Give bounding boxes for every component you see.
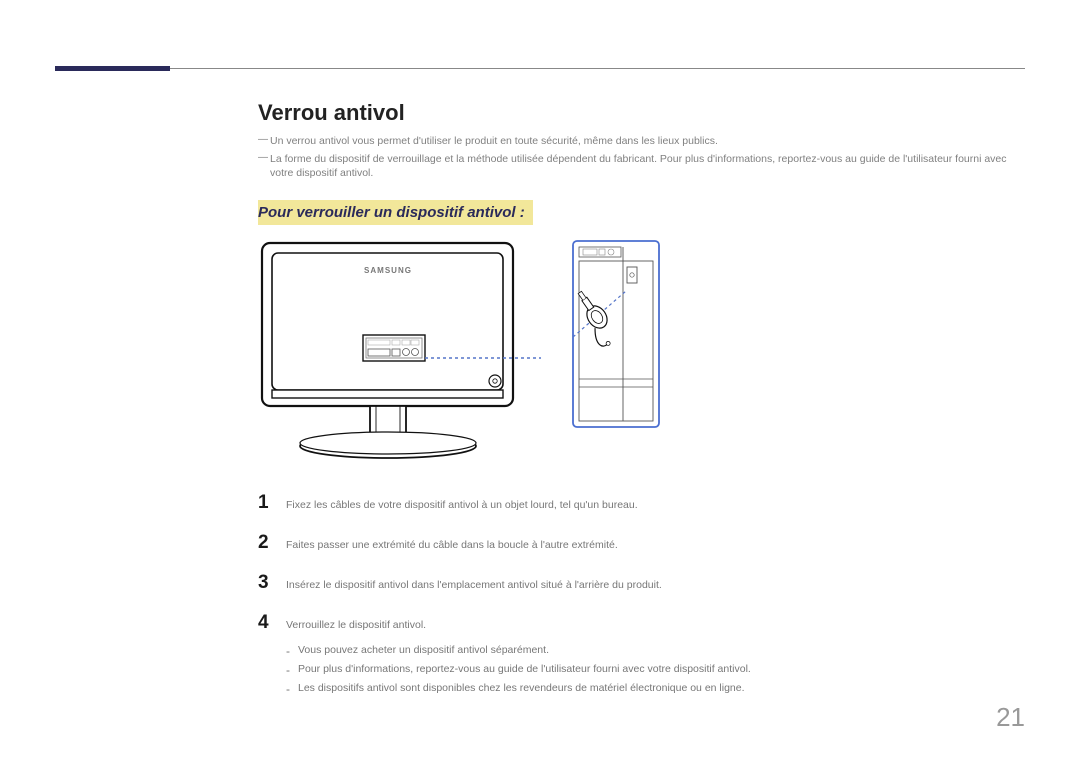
note-line-2: La forme du dispositif de verrouillage e… [258, 152, 1025, 181]
monitor-back-illustration: SAMSUNG [258, 239, 543, 464]
step-num: 2 [258, 532, 272, 554]
sub-note-1: Vous pouvez acheter un dispositif antivo… [286, 642, 1025, 659]
note-line-1: Un verrou antivol vous permet d'utiliser… [258, 134, 1025, 149]
step-3: 3 Insérez le dispositif antivol dans l'e… [258, 572, 1025, 594]
step-text: Verrouillez le dispositif antivol. [286, 618, 426, 634]
step-num: 4 [258, 612, 272, 634]
diagram-row: SAMSUNG [258, 239, 1025, 464]
step-num: 1 [258, 492, 272, 514]
svg-text:SAMSUNG: SAMSUNG [364, 266, 412, 275]
step-text: Faites passer une extrémité du câble dan… [286, 538, 618, 554]
step-4: 4 Verrouillez le dispositif antivol. [258, 612, 1025, 634]
step-text: Fixez les câbles de votre dispositif ant… [286, 498, 638, 514]
sub-notes: Vous pouvez acheter un dispositif antivo… [286, 642, 1025, 696]
step-2: 2 Faites passer une extrémité du câble d… [258, 532, 1025, 554]
section-title: Verrou antivol [258, 100, 1025, 126]
page-number: 21 [996, 702, 1025, 733]
sub-title: Pour verrouiller un dispositif antivol : [258, 200, 533, 225]
step-1: 1 Fixez les câbles de votre dispositif a… [258, 492, 1025, 514]
top-rule [55, 68, 1025, 69]
accent-bar [55, 66, 170, 71]
step-num: 3 [258, 572, 272, 594]
content-area: Verrou antivol Un verrou antivol vous pe… [258, 100, 1025, 698]
sub-note-2: Pour plus d'informations, reportez-vous … [286, 661, 1025, 678]
sub-note-3: Les dispositifs antivol sont disponibles… [286, 680, 1025, 697]
steps-list: 1 Fixez les câbles de votre dispositif a… [258, 492, 1025, 696]
step-text: Insérez le dispositif antivol dans l'emp… [286, 578, 662, 594]
lock-detail-illustration [571, 239, 661, 429]
